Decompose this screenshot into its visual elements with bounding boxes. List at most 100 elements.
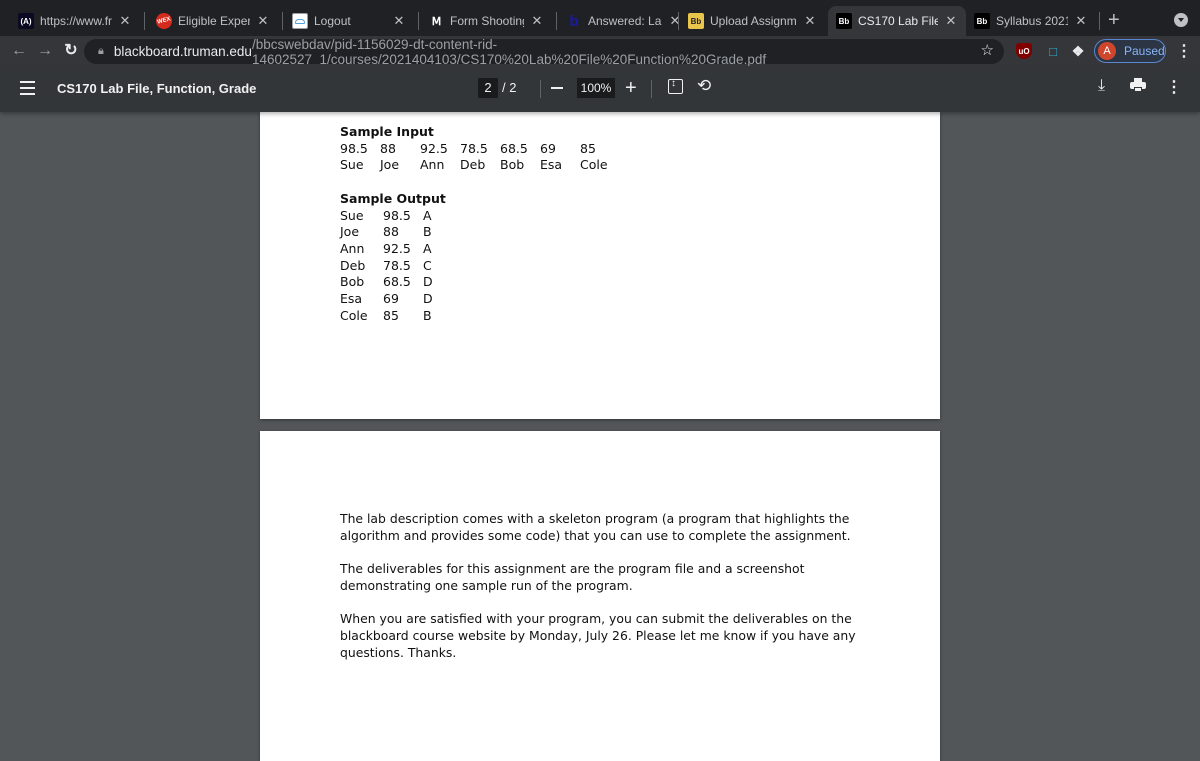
output-row: Bob 68.5 D: [340, 274, 446, 291]
output-row: Sue 98.5 A: [340, 208, 446, 225]
honey-icon[interactable]: □: [1045, 43, 1061, 59]
close-tab-icon[interactable]: ✕: [392, 13, 406, 29]
tab-title: Logout: [314, 14, 351, 28]
tab-separator: [418, 12, 419, 30]
name-cell: Cole: [580, 157, 608, 173]
toolbar-separator: [651, 80, 652, 98]
close-tab-icon[interactable]: ✕: [803, 13, 817, 29]
new-tab-button[interactable]: +: [1108, 8, 1120, 32]
pdf-more-options-icon[interactable]: ⋮: [1166, 77, 1182, 97]
m-logo-favicon-icon: 𝖬: [431, 15, 442, 28]
browser-menu-icon[interactable]: ⋮: [1176, 41, 1192, 61]
output-name: Esa: [340, 291, 363, 307]
name-cell: Deb: [460, 157, 486, 173]
blackboard-favicon-icon: Bb: [688, 13, 704, 29]
tab-title: Syllabus 2021: [996, 14, 1068, 28]
browser-toolbar: ← → ↻ 🔒︎ blackboard.truman.edu/bbcswebda…: [0, 36, 1200, 67]
address-bar[interactable]: 🔒︎ blackboard.truman.edu/bbcswebdav/pid-…: [84, 37, 1004, 67]
ublock-origin-icon[interactable]: uO: [1016, 43, 1032, 59]
blackboard-favicon-icon: Bb: [836, 13, 852, 29]
close-tab-icon[interactable]: ✕: [530, 13, 544, 29]
output-row: Cole 85 B: [340, 308, 446, 325]
name-cell: Sue: [340, 157, 364, 173]
tab-form-shooting[interactable]: 𝖬 Form Shooting Pr ✕: [420, 6, 552, 36]
tab-eligible-expenses[interactable]: WEX Eligible Expenses ✕: [148, 6, 278, 36]
tab-cs170-lab-file[interactable]: Bb CS170 Lab File, F ✕: [828, 6, 966, 36]
tab-separator: [556, 12, 557, 30]
tab-strip: (A) https://www.freec ✕ WEX Eligible Exp…: [0, 0, 1200, 36]
score-cell: 88: [380, 140, 396, 156]
output-score: 88: [383, 224, 399, 240]
score-cell: 78.5: [460, 140, 488, 156]
bookmark-star-icon[interactable]: ☆: [981, 41, 994, 59]
tab-title: CS170 Lab File, F: [858, 14, 938, 28]
pdf-page-2: The lab description comes with a skeleto…: [260, 431, 940, 761]
tab-title: Answered: Langu: [588, 14, 662, 28]
avatar: A: [1098, 42, 1116, 60]
close-tab-icon[interactable]: ✕: [1074, 13, 1088, 29]
sidebar-menu-icon[interactable]: [20, 81, 35, 95]
rotate-icon[interactable]: ⟲: [697, 76, 711, 96]
print-icon[interactable]: [1130, 78, 1146, 92]
output-grade: D: [423, 291, 433, 307]
output-score: 92.5: [383, 241, 411, 257]
score-cell: 69: [540, 140, 556, 156]
tab-separator: [1099, 12, 1100, 30]
output-name: Joe: [340, 224, 360, 240]
output-grade: A: [423, 241, 432, 257]
zoom-out-button[interactable]: [551, 87, 563, 89]
output-score: 85: [383, 307, 399, 323]
score-cell: 85: [580, 140, 596, 156]
back-button[interactable]: ←: [8, 40, 30, 62]
output-grade: D: [423, 274, 433, 290]
output-name: Ann: [340, 241, 365, 257]
tab-title: Eligible Expenses: [178, 14, 250, 28]
output-name: Cole: [340, 307, 368, 323]
tab-search-dropdown-icon[interactable]: [1174, 13, 1188, 27]
reload-button[interactable]: ↻: [60, 40, 82, 62]
pdf-page-1: Sample Input 98.5 88 92.5 78.5 68.5 69 8…: [260, 112, 940, 419]
score-cell: 92.5: [420, 140, 448, 156]
extensions-puzzle-icon[interactable]: ❖: [1070, 43, 1086, 59]
page-total: / 2: [502, 80, 517, 95]
zoom-level-input[interactable]: 100%: [577, 78, 615, 98]
download-icon[interactable]: ⤓: [1098, 77, 1105, 95]
toolbar-separator: [540, 80, 541, 98]
output-grade: A: [423, 207, 432, 223]
output-row: Joe 88 B: [340, 224, 446, 241]
tab-separator: [282, 12, 283, 30]
output-grade: B: [423, 224, 432, 240]
profile-button[interactable]: A Paused: [1094, 39, 1166, 63]
profile-status: Paused: [1124, 44, 1165, 58]
tab-answered-language[interactable]: b Answered: Langu ✕: [558, 6, 690, 36]
tab-logout[interactable]: Logout ✕: [284, 6, 414, 36]
output-row: Esa 69 D: [340, 291, 446, 308]
wex-favicon-icon: WEX: [154, 11, 174, 31]
sample-output-heading: Sample Output: [340, 191, 446, 206]
zoom-in-button[interactable]: +: [625, 76, 637, 100]
tab-separator: [678, 12, 679, 30]
name-cell: Ann: [420, 157, 445, 173]
tab-freecodecamp[interactable]: (A) https://www.freec ✕: [10, 6, 140, 36]
sample-input-section: Sample Input 98.5 88 92.5 78.5 68.5 69 8…: [340, 124, 620, 174]
close-tab-icon[interactable]: ✕: [118, 13, 132, 29]
close-tab-icon[interactable]: ✕: [256, 13, 270, 29]
sample-input-names: Sue Joe Ann Deb Bob Esa Cole: [340, 157, 620, 174]
forward-button[interactable]: →: [34, 40, 56, 62]
pdf-toolbar: CS170 Lab File, Function, Grade 2 / 2 10…: [0, 66, 1200, 112]
bartleby-favicon-icon: b: [569, 12, 579, 30]
output-name: Deb: [340, 257, 366, 273]
blackboard-favicon-icon: Bb: [974, 13, 990, 29]
output-score: 69: [383, 291, 399, 307]
paragraph-deliverables: The deliverables for this assignment are…: [340, 561, 805, 593]
output-score: 68.5: [383, 274, 411, 290]
tab-upload-assignment[interactable]: Bb Upload Assignme ✕: [680, 6, 825, 36]
page-number-input[interactable]: 2: [478, 78, 498, 98]
score-cell: 98.5: [340, 140, 368, 156]
score-cell: 68.5: [500, 140, 528, 156]
tab-syllabus-2021[interactable]: Bb Syllabus 2021 ✕: [966, 6, 1096, 36]
paragraph-skeleton-program: The lab description comes with a skeleto…: [340, 511, 851, 543]
fit-to-page-icon[interactable]: [668, 78, 683, 94]
close-tab-icon[interactable]: ✕: [944, 13, 958, 29]
tab-title: Upload Assignme: [710, 14, 797, 28]
